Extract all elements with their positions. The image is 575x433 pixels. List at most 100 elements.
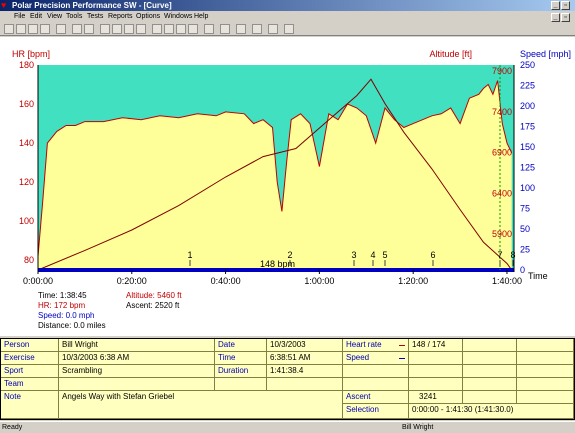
cursor-speed: Speed: 0.0 mph	[38, 311, 95, 320]
mountain-icon[interactable]	[112, 24, 122, 34]
speed-tick-label: 25	[520, 245, 530, 255]
time-label: Time	[215, 352, 267, 365]
team-label: Team	[1, 378, 59, 391]
hr-tick-label: 160	[19, 99, 34, 109]
lap-label: 6	[430, 250, 435, 260]
globe-icon[interactable]	[56, 24, 66, 34]
report1-icon[interactable]	[220, 24, 230, 34]
bars-icon[interactable]	[136, 24, 146, 34]
empty-cell	[463, 339, 517, 352]
note-value[interactable]: Angels Way with Stefan Griebel	[59, 391, 343, 419]
cursor-time: Time: 1:38:45	[38, 291, 87, 300]
lap-label: 7	[497, 250, 502, 260]
time-tick-label: 0:20:00	[117, 276, 147, 286]
report4-icon[interactable]	[268, 24, 278, 34]
empty-cell	[463, 378, 517, 391]
selection-label: Selection	[343, 404, 409, 419]
empty-cell	[517, 339, 574, 352]
menu-options[interactable]: Options	[136, 11, 160, 22]
copy-icon[interactable]	[40, 24, 50, 34]
empty-cell	[343, 365, 409, 378]
hr-tick-label: 120	[19, 177, 34, 187]
restore-button[interactable]: ▫	[561, 1, 570, 10]
speed-tick-label: 0	[520, 265, 525, 275]
child-minimize-button[interactable]: _	[551, 13, 560, 22]
menu-edit[interactable]: Edit	[30, 11, 42, 22]
menu-help[interactable]: Help	[194, 11, 208, 22]
empty-cell	[463, 352, 517, 365]
hr-tick-label: 180	[19, 60, 34, 70]
status-user: Bill Wright	[402, 424, 434, 431]
time-tick-label: 1:20:00	[398, 276, 428, 286]
hr-axis-label: HR [bpm]	[12, 49, 50, 59]
duration-label: Duration	[215, 365, 267, 378]
compare-icon[interactable]	[204, 24, 214, 34]
empty-cell	[343, 378, 409, 391]
time-axis-label: Time	[528, 271, 548, 281]
title-bar: ♥ Polar Precision Performance SW - [Curv…	[0, 0, 575, 11]
empty-cell	[463, 365, 517, 378]
report5-icon[interactable]	[284, 24, 294, 34]
menu-tools[interactable]: Tools	[66, 11, 82, 22]
empty-cell	[267, 378, 343, 391]
status-text: Ready	[2, 424, 23, 431]
hr-tick-label: 140	[19, 138, 34, 148]
exercise-value[interactable]: 10/3/2003 6:38 AM	[59, 352, 215, 365]
speed-tick-label: 100	[520, 183, 535, 193]
menu-file[interactable]: File	[14, 11, 25, 22]
person-value[interactable]: Bill Wright	[59, 339, 215, 352]
note-label: Note	[1, 391, 59, 419]
window-title: Polar Precision Performance SW - [Curve]	[12, 1, 172, 10]
lap-icon[interactable]	[188, 24, 198, 34]
report3-icon[interactable]	[252, 24, 262, 34]
child-restore-button[interactable]: ▫	[561, 13, 570, 22]
duration-value: 1:41:38.4	[267, 365, 343, 378]
empty-cell	[517, 352, 574, 365]
menu-reports[interactable]: Reports	[108, 11, 133, 22]
menu-windows[interactable]: Windows	[164, 11, 192, 22]
tools-icon[interactable]	[84, 24, 94, 34]
altitude-tick-label: 5900	[492, 229, 512, 239]
menu-view[interactable]: View	[47, 11, 62, 22]
empty-cell	[517, 378, 574, 391]
exercise-label: Exercise	[1, 352, 59, 365]
calendar-icon[interactable]	[72, 24, 82, 34]
hr-tick-label: 100	[19, 216, 34, 226]
speed-tick-label: 175	[520, 122, 535, 132]
toolbar	[0, 22, 575, 36]
open-icon[interactable]	[4, 24, 14, 34]
print-icon[interactable]	[28, 24, 38, 34]
speed-tick-label: 50	[520, 224, 530, 234]
cursor-hr: HR: 172 bpm	[38, 301, 86, 310]
sport-label: Sport	[1, 365, 59, 378]
menu-tests[interactable]: Tests	[87, 11, 103, 22]
zoom-in-icon[interactable]	[164, 24, 174, 34]
time-tick-label: 1:00:00	[304, 276, 334, 286]
speed-tick-label: 125	[520, 163, 535, 173]
selection-value: 0:00:00 - 1:41:30 (1:41:30.0)	[409, 404, 574, 419]
speed-tick-label: 250	[520, 60, 535, 70]
person-label: Person	[1, 339, 59, 352]
altitude-tick-label: 7400	[492, 107, 512, 117]
altitude-tick-label: 6900	[492, 148, 512, 158]
lap-label: 1	[187, 250, 192, 260]
time-tick-label: 0:00:00	[23, 276, 53, 286]
report2-icon[interactable]	[236, 24, 246, 34]
folder-icon[interactable]	[100, 24, 110, 34]
lap-label: 4	[370, 250, 375, 260]
chart-icon[interactable]	[124, 24, 134, 34]
zoom-icon[interactable]	[152, 24, 162, 34]
sport-value[interactable]: Scrambling	[59, 365, 215, 378]
time-tick-label: 1:40:00	[492, 276, 522, 286]
lap-label: 5	[382, 250, 387, 260]
cursor-distance: Distance: 0.0 miles	[38, 321, 106, 330]
menu-bar: File Edit View Tools Tests Reports Optio…	[0, 11, 575, 22]
altitude-tick-label: 7900	[492, 66, 512, 76]
empty-cell	[409, 365, 463, 378]
team-value[interactable]	[59, 378, 215, 391]
marker-icon[interactable]	[176, 24, 186, 34]
empty-cell	[517, 365, 574, 378]
save-icon[interactable]	[16, 24, 26, 34]
speed-tick-label: 150	[520, 142, 535, 152]
minimize-button[interactable]: _	[551, 1, 560, 10]
